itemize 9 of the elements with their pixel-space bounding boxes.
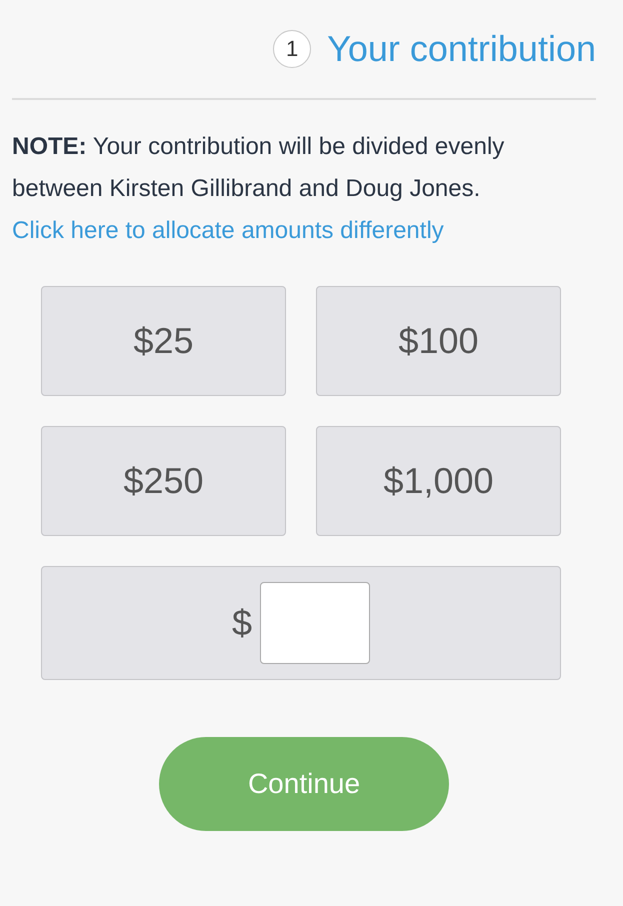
- amount-input-field[interactable]: [260, 582, 370, 664]
- amount-button[interactable]: $100: [316, 286, 561, 396]
- section-title: Your contribution: [327, 28, 596, 70]
- amount-button[interactable]: $250: [41, 426, 286, 536]
- amount-button[interactable]: $1,000: [316, 426, 561, 536]
- step-number-badge: 1: [273, 30, 312, 68]
- currency-symbol: $: [232, 602, 252, 644]
- amount-button[interactable]: $25: [41, 286, 286, 396]
- note-text: NOTE: Your contribution will be divided evenly between Kirsten Gillibrand and Doug Jones. Click here to allocate amounts differently: [12, 132, 506, 246]
